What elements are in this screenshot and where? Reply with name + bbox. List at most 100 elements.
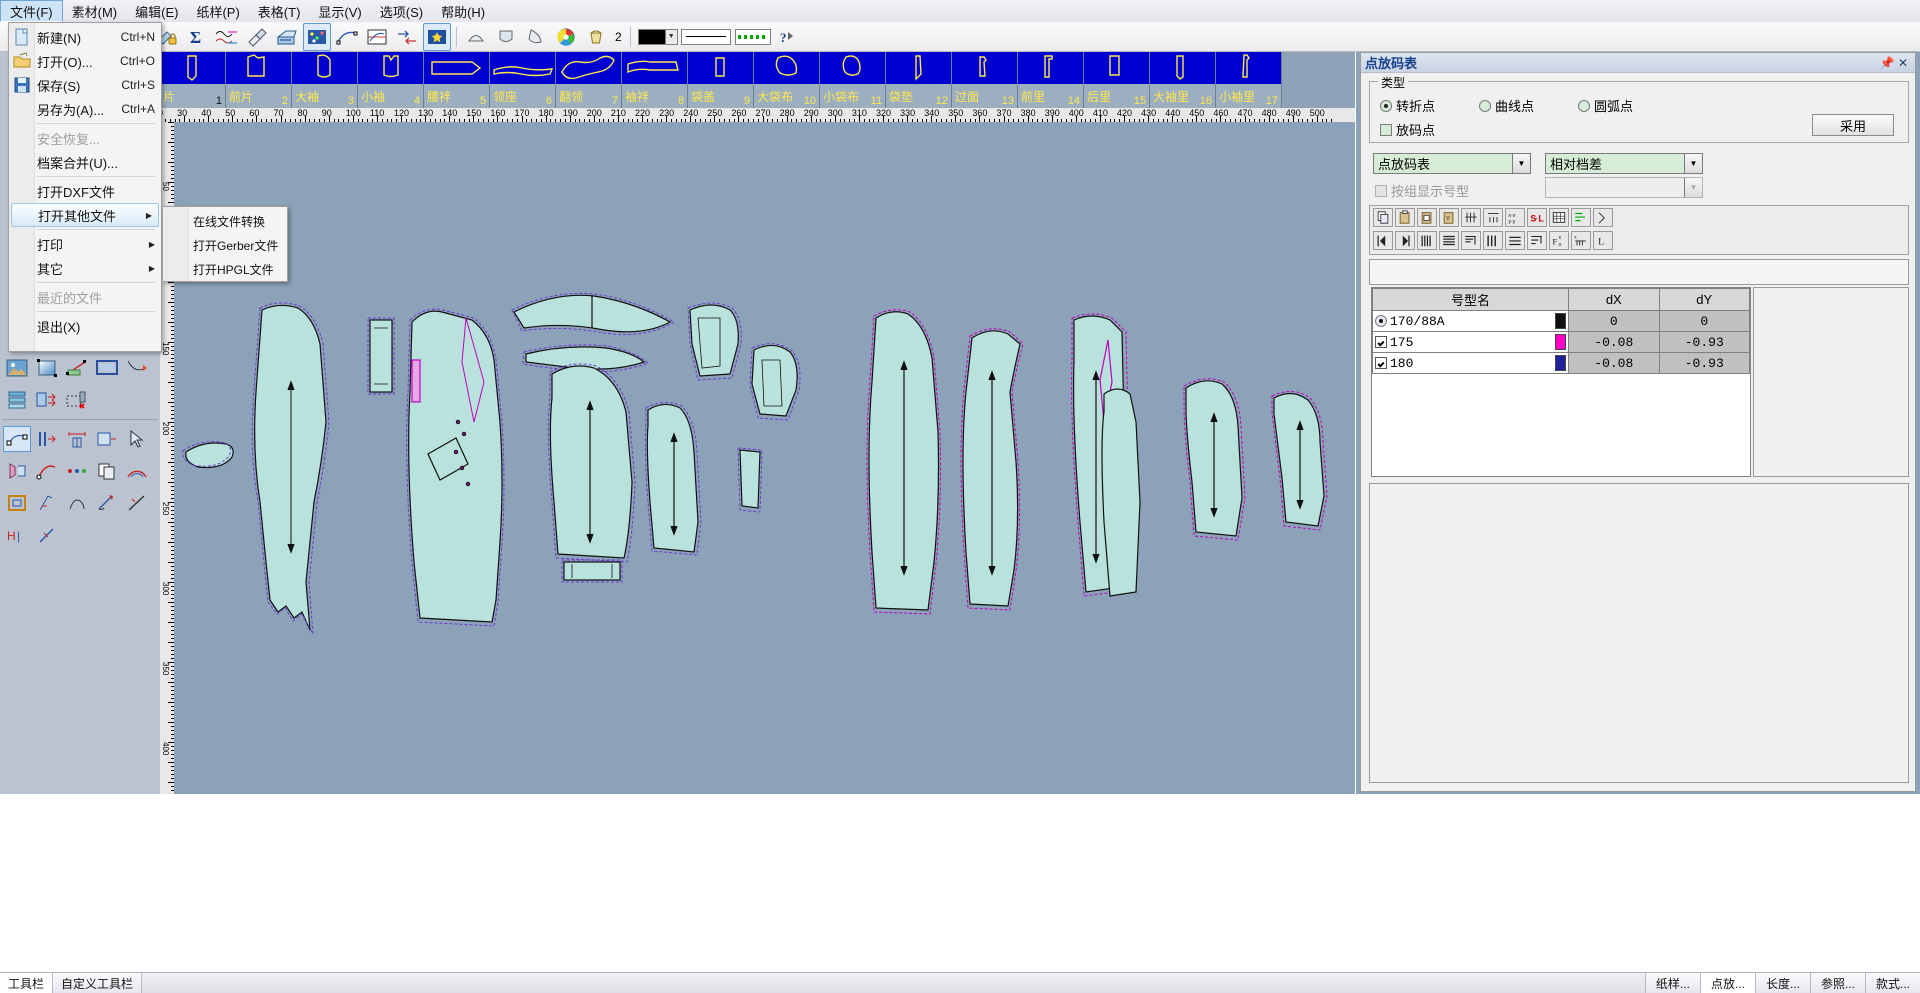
pattern-tab-16[interactable]: 小袖里 17 (1216, 52, 1282, 108)
status-tab-left-1[interactable]: 自定义工具栏 (53, 973, 143, 993)
more-icon[interactable] (1593, 208, 1613, 227)
file-menu-item-8[interactable]: 打印 ▶ (9, 232, 161, 256)
curve-pen-icon[interactable] (33, 458, 61, 484)
dx-cell[interactable]: 0 (1568, 310, 1660, 332)
step-2-icon[interactable] (1527, 231, 1547, 250)
cut-point-icon[interactable] (63, 387, 91, 413)
pattern-tab-1[interactable]: 前片 2 (226, 52, 292, 108)
submenu-item-0[interactable]: 在线文件转换 (163, 209, 287, 233)
pin-icon[interactable]: 📌 (1879, 55, 1895, 71)
bucket-icon[interactable] (582, 23, 610, 51)
file-menu-item-5[interactable]: 档案合并(U)... (9, 150, 161, 174)
color-wheel-icon[interactable] (552, 23, 580, 51)
shape-b-icon[interactable] (492, 23, 520, 51)
dx-cell[interactable]: -0.08 (1568, 331, 1660, 353)
pattern-tab-13[interactable]: 前里 14 (1018, 52, 1084, 108)
sum-x-icon[interactable]: x (1571, 231, 1591, 250)
distribute-icon[interactable] (1483, 208, 1503, 227)
submenu-item-2[interactable]: 打开HPGL文件 (163, 257, 287, 281)
dy-cell[interactable]: -0.93 (1658, 352, 1750, 374)
row-marker[interactable] (1375, 336, 1387, 348)
columns-icon[interactable] (1417, 231, 1437, 250)
paste-icon[interactable] (1395, 208, 1415, 227)
next-size-icon[interactable] (1395, 231, 1415, 250)
status-tab-right-2[interactable]: 长度... (1754, 973, 1810, 993)
arc-tool-icon[interactable] (123, 458, 151, 484)
table-row[interactable]: 170/88A 0 0 (1372, 310, 1750, 332)
shape-a-icon[interactable] (462, 23, 490, 51)
menu-item-6[interactable]: 选项(S) (371, 0, 432, 22)
pattern-tab-6[interactable]: 翻领 7 (556, 52, 622, 108)
status-tab-right-1[interactable]: 点放... (1699, 973, 1755, 993)
dash-pattern-picker[interactable] (734, 28, 771, 45)
select-point-tool-icon[interactable] (3, 426, 31, 452)
pattern-tab-5[interactable]: 领座 6 (490, 52, 556, 108)
pattern-canvas[interactable] (174, 122, 1355, 794)
size-name-cell[interactable]: 180 (1372, 352, 1570, 374)
fill-color-picker[interactable]: ▼ (637, 28, 678, 45)
measure-chart-icon[interactable] (363, 23, 391, 51)
menu-item-2[interactable]: 编辑(E) (126, 0, 187, 22)
pattern-tab-3[interactable]: 小袖 4 (358, 52, 424, 108)
dots-tool-icon[interactable] (63, 458, 91, 484)
apply-button[interactable]: 采用 (1812, 114, 1894, 136)
file-menu-item-0[interactable]: 新建(N) Ctrl+N (9, 25, 161, 49)
file-menu-item-2[interactable]: 保存(S) Ctrl+S (9, 73, 161, 97)
s-l-icon[interactable]: S-L (1527, 208, 1547, 227)
copy-piece-icon[interactable] (93, 458, 121, 484)
pattern-tab-10[interactable]: 小袋布 11 (820, 52, 886, 108)
measure-tool-icon[interactable] (63, 426, 91, 452)
fold-tool-icon[interactable] (63, 490, 91, 516)
dx-cell[interactable]: -0.08 (1568, 352, 1660, 374)
copy-icon[interactable] (1373, 208, 1393, 227)
table-mode-select[interactable]: 点放码表 ▼ (1373, 153, 1531, 174)
brush-icon[interactable] (243, 23, 271, 51)
pattern-tab-2[interactable]: 大袖 3 (292, 52, 358, 108)
pattern-tab-7[interactable]: 袖袢 8 (622, 52, 688, 108)
step-right-icon[interactable] (1461, 231, 1481, 250)
fx-icon[interactable]: Fxo (1549, 231, 1569, 250)
status-tab-right-0[interactable]: 纸样... (1644, 973, 1700, 993)
pattern-tab-8[interactable]: 袋盖 9 (688, 52, 754, 108)
grading-table-container[interactable]: 号型名 dX dY 170/88A 0 0 175 -0.08 -0.93 180 -0.08 -0… (1371, 287, 1751, 477)
file-menu-item-9[interactable]: 其它 ▶ (9, 256, 161, 280)
size-name-cell[interactable]: 170/88A (1372, 310, 1570, 332)
radio-curve-point[interactable]: 曲线点 (1479, 96, 1534, 115)
line-style-picker[interactable] (680, 28, 731, 45)
radio-arc-point[interactable]: 圆弧点 (1578, 96, 1633, 115)
gradient-tool-icon[interactable] (33, 355, 61, 381)
slash-tool-icon[interactable] (33, 522, 61, 548)
star-marker-icon[interactable] (423, 22, 451, 51)
menu-item-4[interactable]: 表格(T) (249, 0, 310, 22)
label-tool-icon[interactable]: H | (3, 522, 31, 548)
status-tab-right-4[interactable]: 款式... (1864, 973, 1920, 993)
mirror-tool-icon[interactable] (33, 387, 61, 413)
table-row[interactable]: 180 -0.08 -0.93 (1372, 352, 1750, 374)
boundary-tool-icon[interactable] (3, 490, 31, 516)
chevron-down-icon[interactable]: ▼ (1512, 154, 1530, 173)
shape-c-icon[interactable] (522, 23, 550, 51)
chevron-down-icon[interactable]: ▼ (1684, 154, 1702, 173)
table-row[interactable]: 175 -0.08 -0.93 (1372, 331, 1750, 353)
stack-tool-icon[interactable] (3, 387, 31, 413)
list-align-icon[interactable] (1571, 208, 1591, 227)
row-marker[interactable] (1375, 357, 1387, 369)
dy-cell[interactable]: 0 (1658, 310, 1750, 332)
diff-mode-select[interactable]: 相对档差 ▼ (1545, 153, 1703, 174)
file-menu-item-6[interactable]: 打开DXF文件 (9, 179, 161, 203)
radio-turning-point[interactable]: 转折点 (1380, 96, 1435, 115)
frame-tool-icon[interactable] (93, 355, 121, 381)
insert-col-icon[interactable] (1461, 208, 1481, 227)
pointer-tool-icon[interactable] (123, 426, 151, 452)
rect-tool-icon[interactable] (93, 426, 121, 452)
submenu-item-1[interactable]: 打开Gerber文件 (163, 233, 287, 257)
grid-icon[interactable] (1549, 208, 1569, 227)
help-arrow-icon[interactable]: ? (772, 23, 800, 51)
pleat-tool-icon[interactable] (3, 458, 31, 484)
copy-table-icon[interactable] (1417, 208, 1437, 227)
close-icon[interactable]: ✕ (1895, 55, 1911, 71)
grade-point-checkbox[interactable]: 放码点 (1380, 120, 1435, 139)
image-tool-icon[interactable] (3, 355, 31, 381)
notch-tool-icon[interactable] (33, 490, 61, 516)
dy-cell[interactable]: -0.93 (1658, 331, 1750, 353)
